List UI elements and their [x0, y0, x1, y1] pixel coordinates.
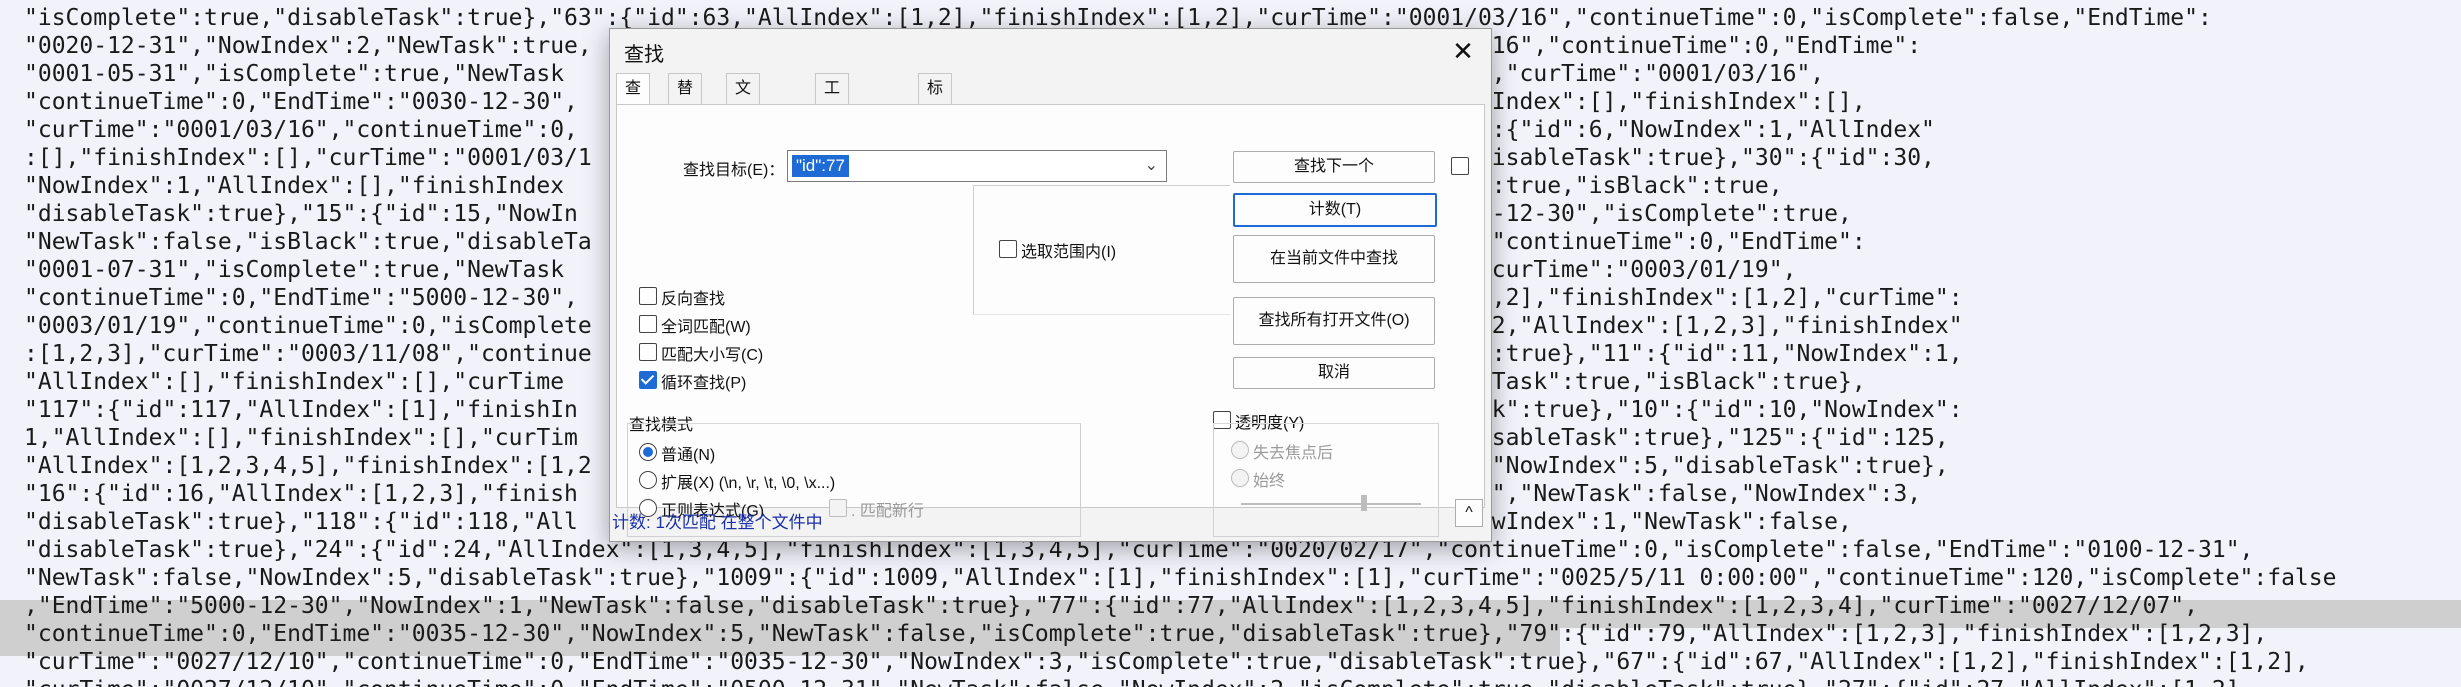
- code-line[interactable]: "continueTime":0,"EndTime":"0035-12-30",…: [24, 620, 2267, 648]
- mode-normal-radio[interactable]: [639, 443, 657, 461]
- code-line[interactable]: "curTime":"0027/12/10","continueTime":0,…: [24, 648, 2309, 676]
- tab-find-in-project[interactable]: 工程中查找: [815, 73, 850, 217]
- wrap-around-checkbox[interactable]: [639, 371, 657, 389]
- dot-newline-checkbox[interactable]: [829, 499, 847, 517]
- in-selection-checkbox[interactable]: [999, 240, 1017, 258]
- match-case-label: 匹配大小写(C): [661, 347, 764, 364]
- code-line[interactable]: "NewTask":false,"NowIndex":5,"disableTas…: [24, 564, 2336, 592]
- tab-replace[interactable]: 替换: [668, 73, 703, 127]
- transparency-slider-thumb[interactable]: [1361, 495, 1367, 511]
- tab-find-in-files[interactable]: 文件查找: [726, 73, 761, 187]
- code-line[interactable]: "curTime":"0027/12/10","continueTime":0,…: [24, 676, 2253, 687]
- mode-extended-radio[interactable]: [639, 471, 657, 489]
- in-selection-label: 选取范围内(I): [1021, 244, 1117, 261]
- on-lose-focus-radio[interactable]: [1231, 441, 1249, 459]
- find-target-value[interactable]: "id":77: [792, 155, 849, 177]
- status-bar: 计数: 1次匹配 在整个文件中: [612, 513, 823, 532]
- find-panel: 查找目标(E)： "id":77 ⌄ 查找下一个 计数(T) 选取范围内(I) …: [616, 104, 1485, 537]
- find-dialog[interactable]: 查找 ✕ 查找 替换 文件查找 工程中查找 标记 查找目标(E)： "id":7…: [609, 28, 1492, 542]
- count-button[interactable]: 计数(T): [1233, 193, 1437, 227]
- collapse-caret-button[interactable]: ^: [1455, 499, 1483, 527]
- close-button[interactable]: ✕: [1443, 31, 1483, 71]
- chevron-down-icon[interactable]: ⌄: [1145, 155, 1158, 175]
- cancel-button[interactable]: 取消: [1233, 357, 1435, 389]
- find-target-label: 查找目标(E)：: [683, 162, 785, 179]
- always-label: 始终: [1253, 473, 1286, 490]
- whole-word-label: 全词匹配(W): [661, 319, 751, 336]
- reverse-search-checkbox[interactable]: [639, 287, 657, 305]
- tab-mark[interactable]: 标记: [918, 73, 953, 127]
- find-next-pin-checkbox[interactable]: [1451, 157, 1469, 175]
- always-radio[interactable]: [1231, 469, 1249, 487]
- find-next-button[interactable]: 查找下一个: [1233, 151, 1435, 183]
- dialog-title: 查找: [624, 44, 664, 66]
- transparency-slider-track[interactable]: [1241, 503, 1421, 505]
- reverse-search-label: 反向查找: [661, 291, 726, 308]
- find-target-combo[interactable]: "id":77 ⌄: [787, 150, 1167, 182]
- code-line[interactable]: ,"EndTime":"5000-12-30","NowIndex":1,"Ne…: [24, 592, 2198, 620]
- wrap-around-label: 循环查找(P): [661, 375, 747, 392]
- whole-word-checkbox[interactable]: [639, 315, 657, 333]
- find-in-all-open-button[interactable]: 查找所有打开文件(O): [1233, 297, 1435, 345]
- tab-find[interactable]: 查找: [616, 73, 651, 127]
- mode-extended-label: 扩展(X) (\n, \r, \t, \0, \x...): [661, 475, 836, 492]
- find-in-current-button[interactable]: 在当前文件中查找: [1233, 235, 1435, 283]
- match-case-checkbox[interactable]: [639, 343, 657, 361]
- on-lose-focus-label: 失去焦点后: [1253, 445, 1334, 462]
- dot-newline-label: . 匹配新行: [851, 503, 924, 520]
- mode-normal-label: 普通(N): [661, 447, 716, 464]
